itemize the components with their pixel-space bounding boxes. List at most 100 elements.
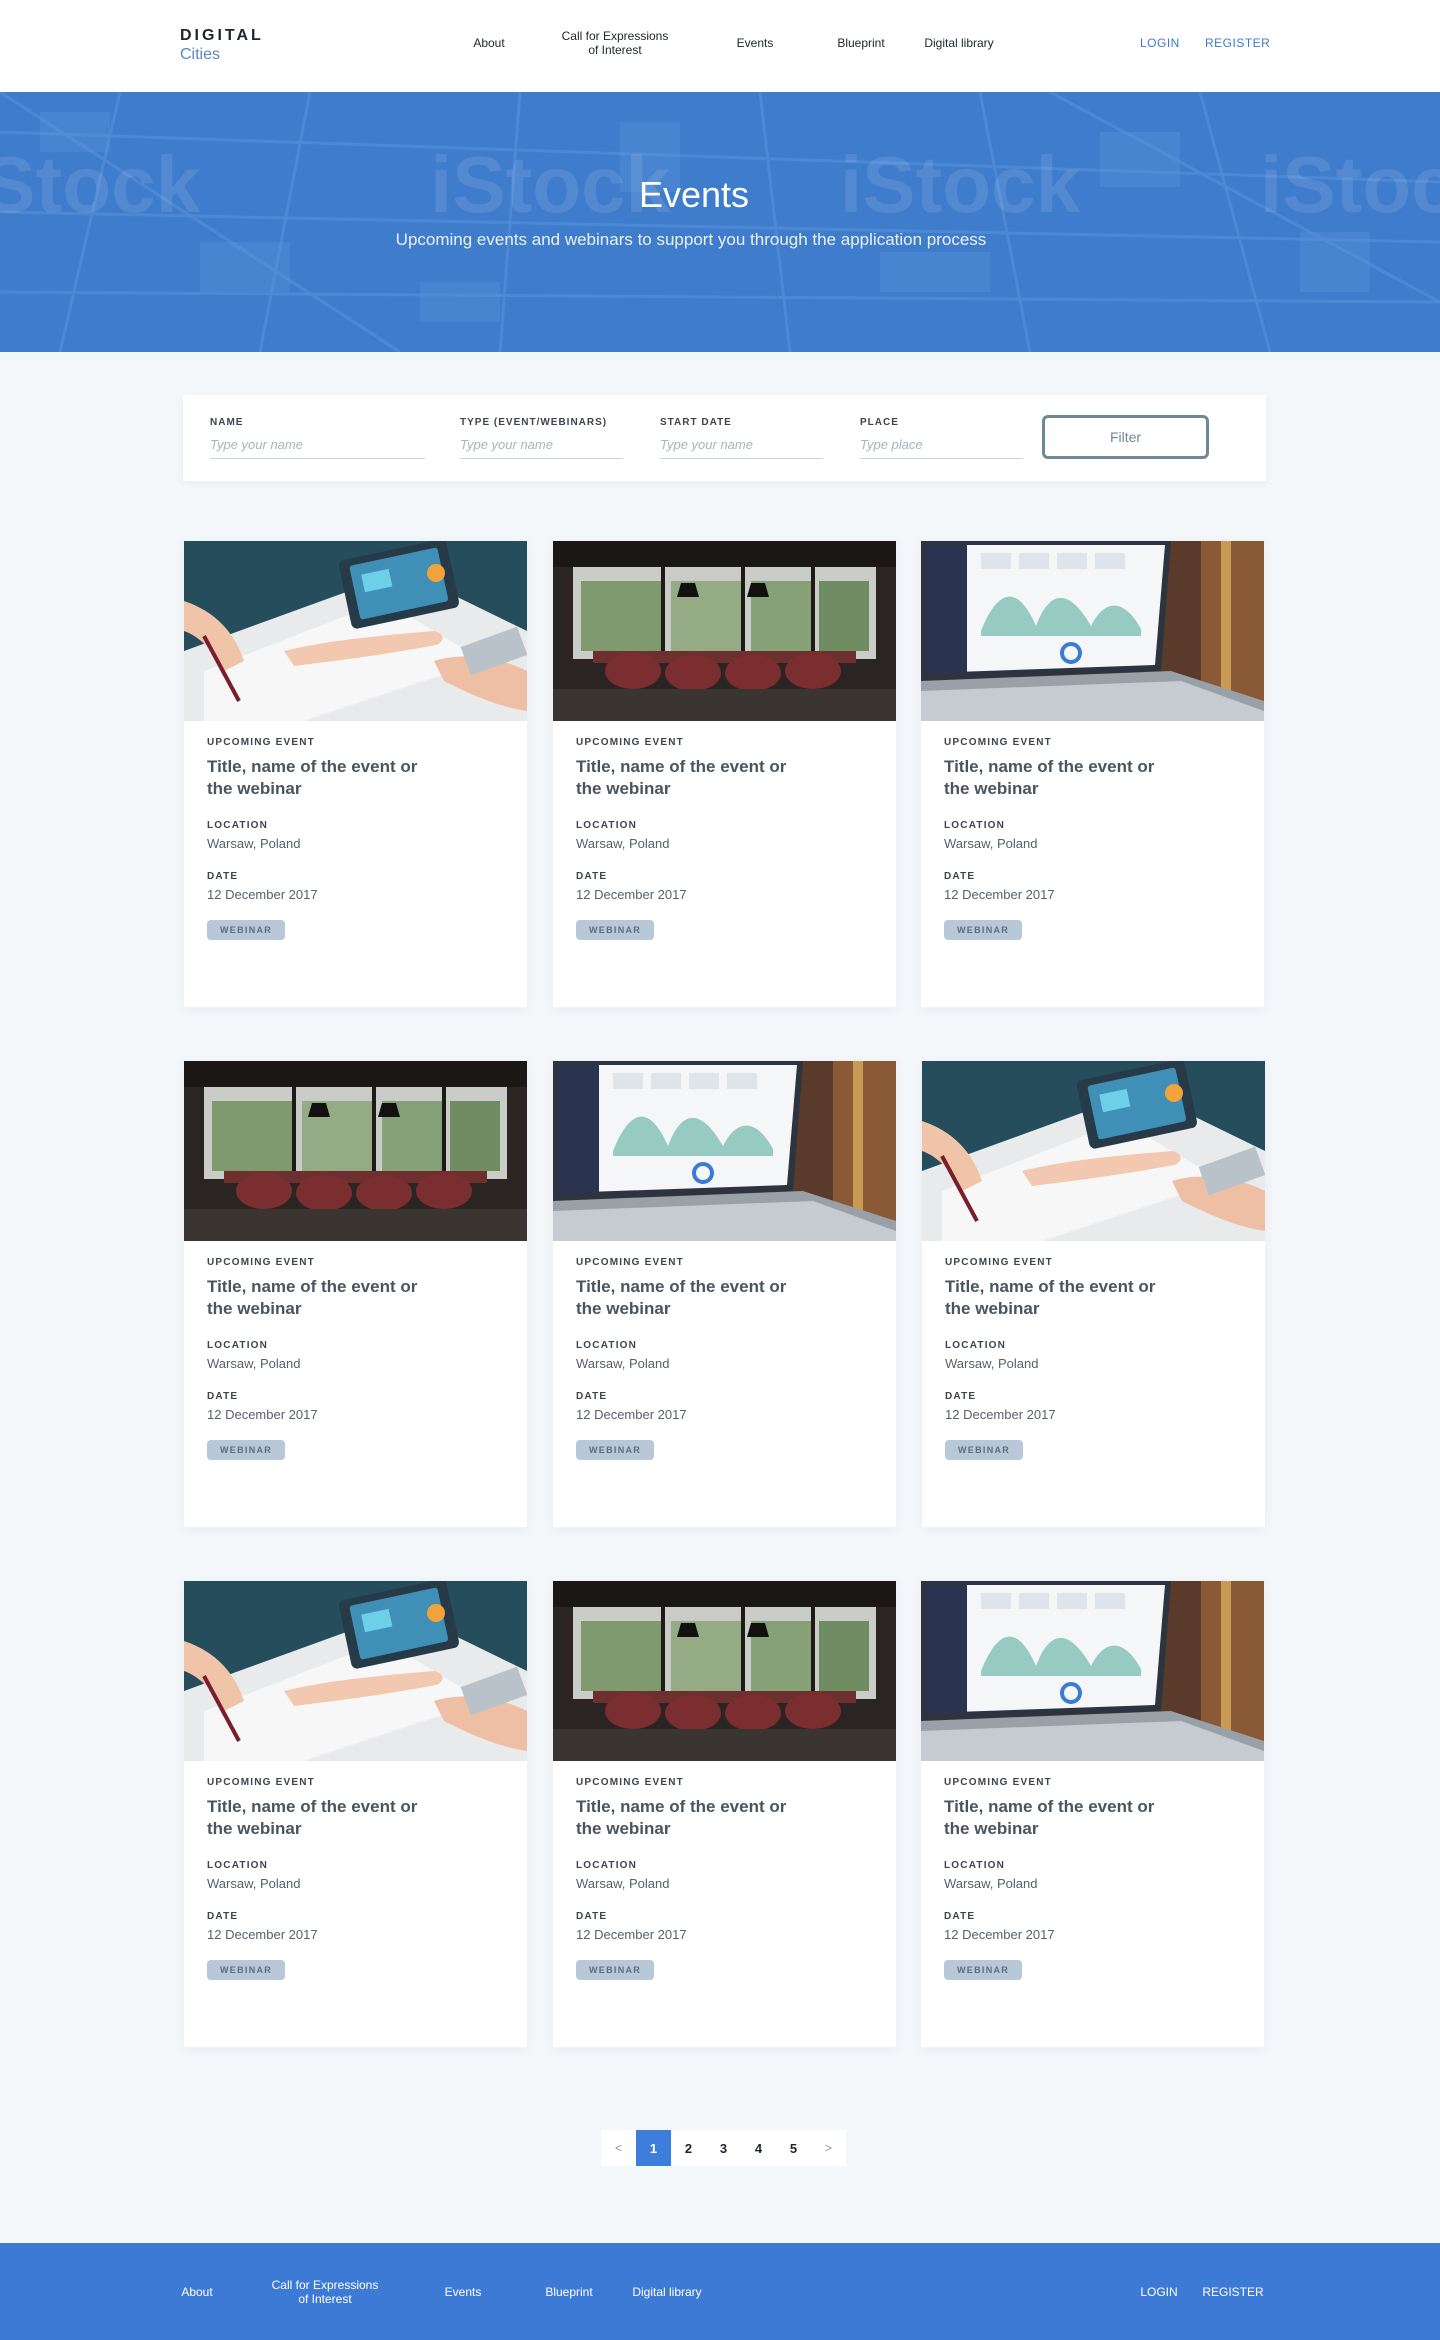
footer-register-link[interactable]: REGISTER (1198, 2243, 1268, 2340)
event-card[interactable]: UPCOMING EVENT Title, name of the event … (184, 1581, 527, 2047)
location-label: LOCATION (207, 1860, 269, 1871)
event-eyebrow: UPCOMING EVENT (207, 1777, 315, 1788)
pagination-page-3[interactable]: 3 (706, 2130, 741, 2166)
nav-digital-library[interactable]: Digital library (918, 0, 1000, 86)
footer-nav-blueprint[interactable]: Blueprint (538, 2243, 600, 2340)
location-label: LOCATION (945, 1340, 1007, 1351)
date-value: 12 December 2017 (576, 887, 687, 902)
event-type-badge: WEBINAR (944, 1960, 1023, 1980)
filter-start-date-field: START DATE (660, 417, 823, 459)
event-card[interactable]: UPCOMING EVENT Title, name of the event … (922, 1061, 1265, 1527)
page-title: Events (638, 174, 750, 215)
filter-place-input[interactable] (860, 434, 1023, 459)
filter-type-field: TYPE (EVENT/WEBINARS) (460, 417, 623, 459)
footer-nav-digital-library[interactable]: Digital library (626, 2243, 708, 2340)
filter-panel: NAME TYPE (EVENT/WEBINARS) START DATE PL… (183, 395, 1266, 481)
event-card[interactable]: UPCOMING EVENT Title, name of the event … (921, 1581, 1264, 2047)
location-label: LOCATION (207, 1340, 269, 1351)
event-card[interactable]: UPCOMING EVENT Title, name of the event … (553, 1061, 896, 1527)
event-type-badge: WEBINAR (576, 1440, 655, 1460)
event-image (922, 1061, 1265, 1241)
event-image (921, 541, 1264, 721)
event-card[interactable]: UPCOMING EVENT Title, name of the event … (184, 541, 527, 1007)
location-value: Warsaw, Poland (576, 1876, 670, 1891)
event-title[interactable]: Title, name of the event or the webinar (207, 1796, 437, 1840)
hero-background-image: iStock iStock iStock iStock (0, 92, 1440, 352)
logo[interactable]: DIGITAL Cities (180, 27, 264, 64)
date-label: DATE (576, 871, 608, 882)
filter-button[interactable]: Filter (1042, 415, 1209, 459)
event-title[interactable]: Title, name of the event or the webinar (944, 756, 1174, 800)
nav-call-for-expressions[interactable]: Call for Expressions of Interest (556, 0, 674, 86)
event-title[interactable]: Title, name of the event or the webinar (576, 1276, 806, 1320)
event-type-badge: WEBINAR (576, 920, 655, 940)
event-title[interactable]: Title, name of the event or the webinar (207, 756, 437, 800)
site-header: DIGITAL Cities About Call for Expression… (0, 0, 1440, 92)
date-value: 12 December 2017 (945, 1407, 1056, 1422)
event-title[interactable]: Title, name of the event or the webinar (945, 1276, 1175, 1320)
event-image (921, 1581, 1264, 1761)
filter-start-date-input[interactable] (660, 434, 823, 459)
location-label: LOCATION (944, 820, 1006, 831)
event-card[interactable]: UPCOMING EVENT Title, name of the event … (921, 541, 1264, 1007)
location-value: Warsaw, Poland (576, 1356, 670, 1371)
date-label: DATE (207, 1911, 239, 1922)
event-type-badge: WEBINAR (945, 1440, 1024, 1460)
event-card[interactable]: UPCOMING EVENT Title, name of the event … (553, 541, 896, 1007)
event-title[interactable]: Title, name of the event or the webinar (576, 756, 806, 800)
pagination: < 1 2 3 4 5 > (601, 2130, 846, 2166)
filter-type-label: TYPE (EVENT/WEBINARS) (460, 417, 608, 428)
logo-wordmark: DIGITAL (180, 27, 264, 44)
location-label: LOCATION (576, 1340, 638, 1351)
event-card[interactable]: UPCOMING EVENT Title, name of the event … (184, 1061, 527, 1527)
date-value: 12 December 2017 (207, 887, 318, 902)
pagination-page-4[interactable]: 4 (741, 2130, 776, 2166)
event-title[interactable]: Title, name of the event or the webinar (576, 1796, 806, 1840)
location-value: Warsaw, Poland (576, 836, 670, 851)
nav-events[interactable]: Events (730, 0, 780, 86)
login-link[interactable]: LOGIN (1140, 0, 1180, 86)
pagination-page-2[interactable]: 2 (671, 2130, 706, 2166)
site-footer: About Call for Expressions of Interest E… (0, 2243, 1440, 2340)
location-label: LOCATION (576, 820, 638, 831)
filter-place-field: PLACE (860, 417, 1023, 459)
footer-login-link[interactable]: LOGIN (1134, 2243, 1184, 2340)
event-type-badge: WEBINAR (576, 1960, 655, 1980)
date-label: DATE (207, 871, 239, 882)
event-image (553, 1581, 896, 1761)
filter-type-input[interactable] (460, 434, 623, 459)
footer-nav-about[interactable]: About (176, 2243, 218, 2340)
date-label: DATE (944, 1911, 976, 1922)
footer-nav-events[interactable]: Events (438, 2243, 488, 2340)
event-eyebrow: UPCOMING EVENT (576, 1257, 684, 1268)
filter-name-label: NAME (210, 417, 244, 428)
pagination-next-button[interactable]: > (811, 2130, 846, 2166)
register-link[interactable]: REGISTER (1205, 0, 1270, 86)
pagination-page-1[interactable]: 1 (636, 2130, 671, 2166)
date-label: DATE (945, 1391, 977, 1402)
location-value: Warsaw, Poland (207, 836, 301, 851)
date-value: 12 December 2017 (207, 1407, 318, 1422)
pagination-prev-button[interactable]: < (601, 2130, 636, 2166)
nav-blueprint[interactable]: Blueprint (830, 0, 892, 86)
footer-nav-call-for-expressions[interactable]: Call for Expressions of Interest (266, 2243, 384, 2340)
event-card[interactable]: UPCOMING EVENT Title, name of the event … (553, 1581, 896, 2047)
event-title[interactable]: Title, name of the event or the webinar (944, 1796, 1174, 1840)
location-value: Warsaw, Poland (944, 836, 1038, 851)
date-label: DATE (576, 1391, 608, 1402)
filter-name-input[interactable] (210, 434, 425, 459)
event-eyebrow: UPCOMING EVENT (576, 737, 684, 748)
event-type-badge: WEBINAR (207, 1960, 286, 1980)
location-value: Warsaw, Poland (207, 1876, 301, 1891)
pagination-page-5[interactable]: 5 (776, 2130, 811, 2166)
event-type-badge: WEBINAR (207, 1440, 286, 1460)
location-value: Warsaw, Poland (207, 1356, 301, 1371)
filter-name-field: NAME (210, 417, 425, 459)
location-label: LOCATION (207, 820, 269, 831)
event-eyebrow: UPCOMING EVENT (576, 1777, 684, 1788)
hero-banner: iStock iStock iStock iStock Events Upcom… (0, 92, 1440, 352)
date-label: DATE (944, 871, 976, 882)
nav-about[interactable]: About (468, 0, 510, 86)
filter-start-date-label: START DATE (660, 417, 732, 428)
event-title[interactable]: Title, name of the event or the webinar (207, 1276, 437, 1320)
